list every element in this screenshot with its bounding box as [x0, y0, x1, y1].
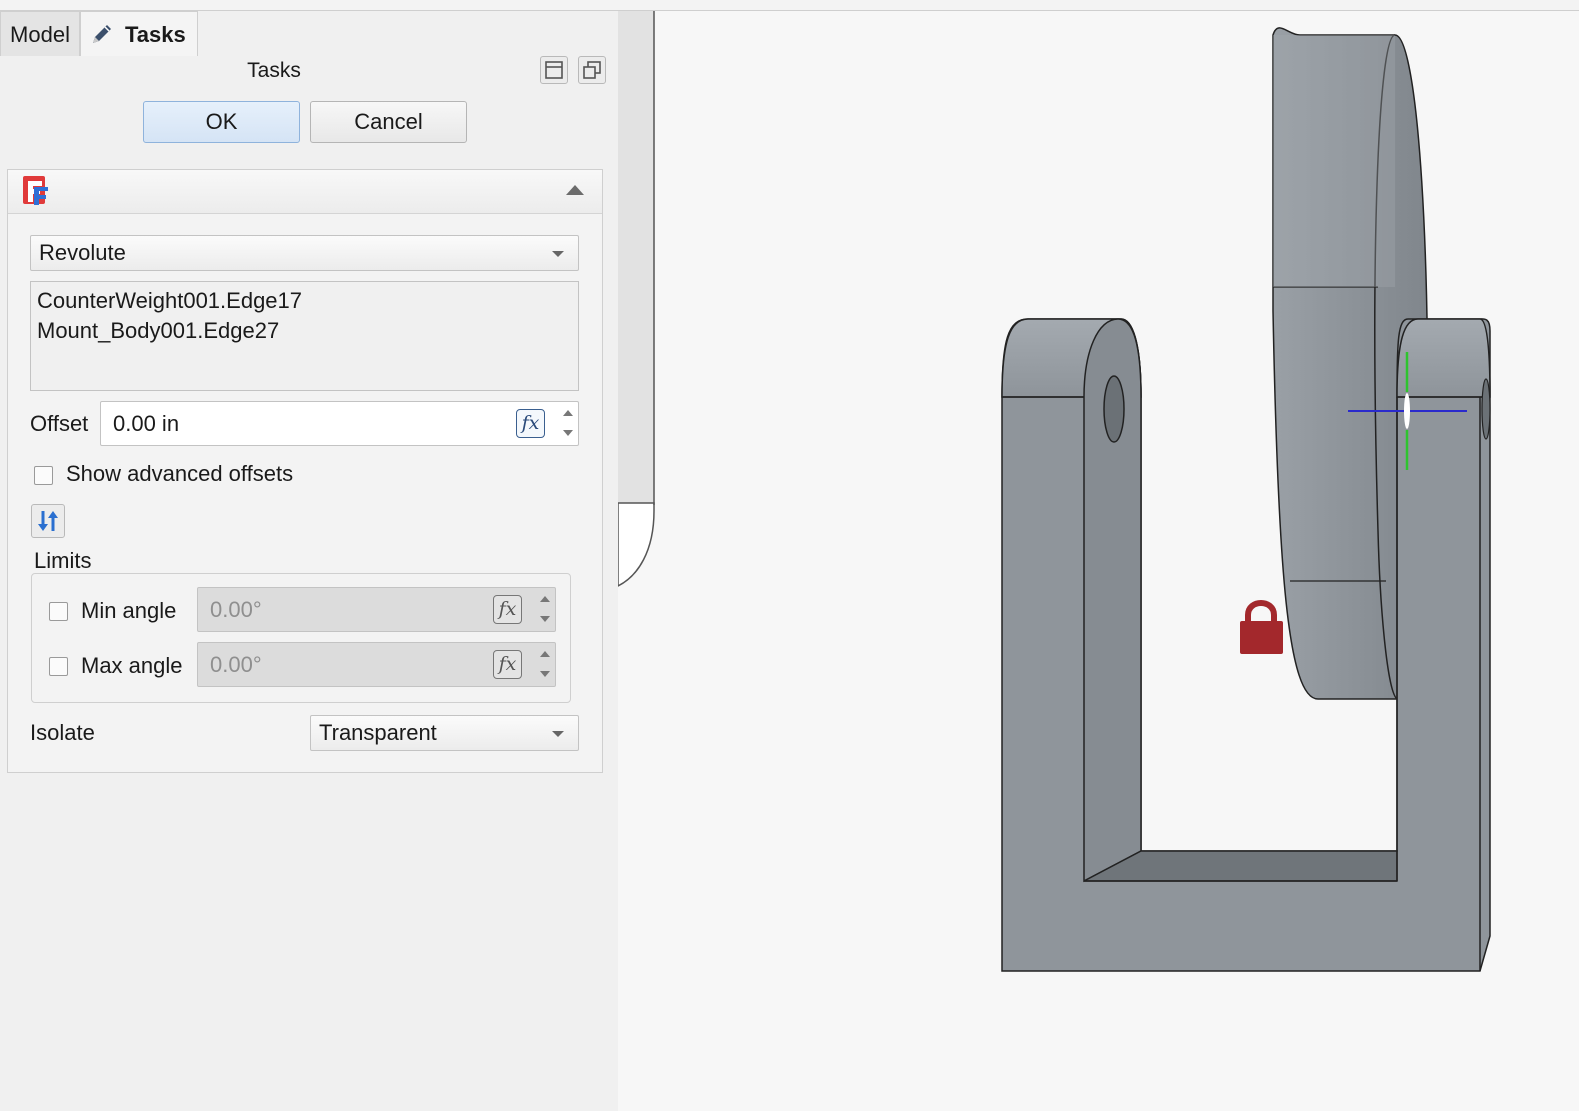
- lock-icon[interactable]: [1240, 600, 1283, 654]
- min-angle-spinbox[interactable]: 0.00° fx: [197, 587, 556, 632]
- ok-button[interactable]: OK: [143, 101, 300, 143]
- min-angle-value: 0.00°: [210, 597, 262, 622]
- tasks-title: Tasks: [247, 59, 301, 82]
- spin-arrows[interactable]: [535, 643, 555, 686]
- cancel-button[interactable]: Cancel: [310, 101, 467, 143]
- collapse-arrow-icon[interactable]: [566, 185, 584, 195]
- max-angle-checkbox[interactable]: [49, 657, 68, 676]
- restore-window-icon: [583, 61, 601, 79]
- pencil-icon: [93, 25, 111, 43]
- panel-layout-icon: [545, 61, 563, 79]
- joint-type-value: Revolute: [39, 240, 126, 265]
- tab-model[interactable]: Model: [0, 11, 80, 56]
- show-advanced-offsets-label: Show advanced offsets: [66, 461, 294, 486]
- isolate-label: Isolate: [30, 720, 95, 745]
- offset-value: 0.00 in: [113, 411, 180, 436]
- reverse-joint-button[interactable]: [31, 504, 65, 538]
- collapse-panel-button[interactable]: [540, 56, 568, 84]
- viewport-scene[interactable]: [618, 11, 1579, 1111]
- freecad-logo-icon: [23, 176, 48, 205]
- 3d-viewport[interactable]: [618, 11, 1579, 1111]
- float-panel-button[interactable]: [578, 56, 606, 84]
- expression-icon[interactable]: fx: [516, 409, 545, 438]
- task-box-header[interactable]: [8, 170, 602, 214]
- tab-tasks-label: Tasks: [125, 22, 186, 47]
- expression-icon[interactable]: fx: [493, 650, 522, 679]
- spin-arrows[interactable]: [535, 588, 555, 631]
- expression-icon[interactable]: fx: [493, 595, 522, 624]
- joint-task-box: Revolute CounterWeight001.Edge17 Mount_B…: [7, 169, 603, 773]
- list-item[interactable]: Mount_Body001.Edge27: [37, 316, 572, 346]
- side-window-corner: [618, 502, 655, 587]
- isolate-value: Transparent: [319, 720, 437, 745]
- min-angle-checkbox[interactable]: [49, 602, 68, 621]
- offset-label: Offset: [30, 411, 89, 436]
- limits-title: Limits: [34, 548, 92, 573]
- combo-view-panel: Model Tasks Tasks OK Cancel Revolute Cou…: [0, 11, 618, 1111]
- show-advanced-offsets-checkbox[interactable]: [34, 466, 53, 485]
- max-angle-spinbox[interactable]: 0.00° fx: [197, 642, 556, 687]
- chevron-down-icon: [552, 251, 564, 257]
- list-item[interactable]: CounterWeight001.Edge17: [37, 286, 572, 316]
- joint-type-select[interactable]: Revolute: [30, 235, 579, 271]
- max-angle-value: 0.00°: [210, 652, 262, 677]
- references-list[interactable]: CounterWeight001.Edge17 Mount_Body001.Ed…: [30, 281, 579, 391]
- max-angle-label: Max angle: [81, 653, 183, 678]
- spin-arrows[interactable]: [558, 402, 578, 445]
- isolate-select[interactable]: Transparent: [310, 715, 579, 751]
- side-window-edge: [618, 11, 654, 511]
- chevron-down-icon: [552, 731, 564, 737]
- offset-spinbox[interactable]: 0.00 in fx: [100, 401, 579, 446]
- window-top-border: [0, 0, 1579, 11]
- flip-arrows-icon: [38, 511, 58, 531]
- min-angle-label: Min angle: [81, 598, 177, 623]
- tab-tasks[interactable]: Tasks: [80, 11, 198, 56]
